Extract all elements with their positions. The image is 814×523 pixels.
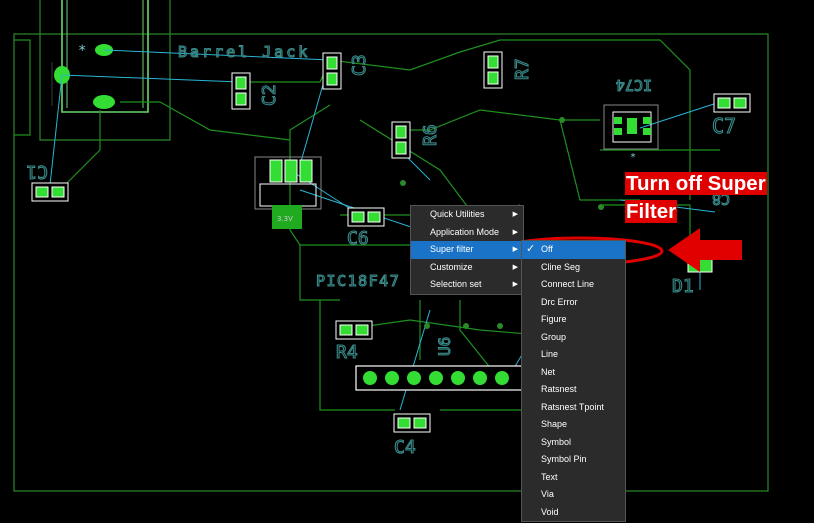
voltage-regulator-footprint: 3.3V (254, 156, 322, 229)
super-filter-submenu: ✓ Off Cline Seg Connect Line Drc Error Figure… (521, 240, 626, 522)
menu-item-quick-utilities[interactable]: Quick Utilities ▶ (411, 206, 523, 224)
c6-label: C6 (347, 228, 369, 249)
c3-label: C3 (349, 54, 370, 76)
header-u6 (355, 365, 523, 391)
submenu-arrow-icon: ▶ (512, 281, 518, 288)
submenu-item-shape[interactable]: Shape (522, 416, 625, 434)
d1-label: D1 (672, 276, 694, 297)
submenu-item-via[interactable]: Via (522, 486, 625, 504)
r6-label: R6 (420, 124, 441, 146)
submenu-arrow-icon: ▶ (512, 263, 518, 271)
submenu-item-text[interactable]: Text (522, 469, 625, 487)
submenu-item-group[interactable]: Group (522, 329, 625, 347)
c1-label: C1 (26, 161, 48, 182)
vreg-label: 3.3V (277, 215, 293, 223)
submenu-item-symbol-pin[interactable]: Symbol Pin (522, 451, 625, 469)
svg-text:*: * (78, 43, 86, 59)
pcb-canvas[interactable]: * 3.3V * Barrel Jack C1 C2 C3 R7 R6 IC74… (0, 0, 814, 523)
callout-line-2: Filter (625, 200, 678, 223)
submenu-item-connect-line[interactable]: Connect Line (522, 276, 625, 294)
c7-label: C7 (712, 114, 736, 138)
r4-label: R4 (336, 342, 358, 363)
callout-line-1: Turn off Super (625, 172, 767, 195)
instruction-callout: Turn off Super Filter (625, 170, 767, 226)
r7-label: R7 (512, 58, 533, 80)
submenu-item-drc-error[interactable]: Drc Error (522, 294, 625, 312)
submenu-arrow-icon: ▶ (512, 228, 518, 236)
submenu-item-void[interactable]: Void (522, 504, 625, 522)
c2-label: C2 (259, 84, 280, 106)
submenu-item-ratsnest-tpoint[interactable]: Ratsnest Tpoint (522, 399, 625, 417)
svg-text:*: * (630, 152, 636, 163)
submenu-item-ratsnest[interactable]: Ratsnest (522, 381, 625, 399)
menu-item-customize[interactable]: Customize ▶ (411, 259, 523, 277)
pic-label: PIC18F47 (316, 272, 400, 290)
u6-label: U6 (435, 337, 454, 356)
submenu-item-line[interactable]: Line (522, 346, 625, 364)
menu-item-super-filter[interactable]: Super filter ▶ (411, 241, 523, 259)
submenu-item-off[interactable]: ✓ Off (522, 241, 625, 259)
checkmark-icon: ✓ (526, 243, 536, 255)
submenu-item-net[interactable]: Net (522, 364, 625, 382)
context-menu: Quick Utilities ▶ Application Mode ▶ Sup… (410, 205, 524, 295)
menu-item-selection-set[interactable]: Selection set ▶ (411, 276, 523, 294)
menu-item-application-mode[interactable]: Application Mode ▶ (411, 224, 523, 242)
ic-footprint: * (603, 104, 659, 163)
barrel-jack-footprint: * (39, 0, 171, 141)
barrel-jack-label: Barrel Jack (178, 43, 310, 61)
submenu-arrow-icon: ▶ (512, 246, 518, 253)
ic-top-label: IC74 (616, 76, 652, 94)
submenu-item-figure[interactable]: Figure (522, 311, 625, 329)
submenu-arrow-icon: ▶ (512, 211, 518, 218)
c4-label: C4 (394, 437, 416, 458)
submenu-item-symbol[interactable]: Symbol (522, 434, 625, 452)
submenu-item-cline-seg[interactable]: Cline Seg (522, 259, 625, 277)
